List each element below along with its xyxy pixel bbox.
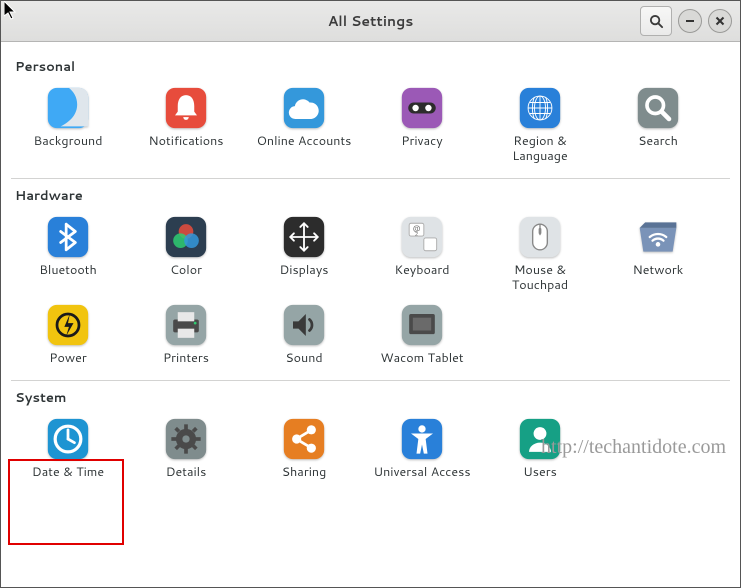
separator	[11, 380, 730, 381]
section-system: Date & Time Details Sharing Universal Ac…	[1, 411, 740, 488]
item-color[interactable]: Color	[127, 209, 245, 297]
item-label: Notifications	[149, 134, 224, 149]
date-time-icon	[46, 417, 90, 461]
sharing-icon	[282, 417, 326, 461]
item-label: Displays	[279, 263, 328, 278]
item-privacy[interactable]: Privacy	[363, 80, 481, 168]
item-label: Privacy	[401, 134, 442, 149]
sound-icon	[282, 303, 326, 347]
item-mouse-touchpad[interactable]: Mouse & Touchpad	[481, 209, 599, 297]
item-displays[interactable]: Displays	[245, 209, 363, 297]
item-label: Keyboard	[394, 263, 449, 278]
item-label: Power	[49, 351, 86, 366]
item-printers[interactable]: Printers	[127, 297, 245, 370]
details-icon	[164, 417, 208, 461]
item-label: Network	[633, 263, 684, 278]
item-label: Sharing	[282, 465, 327, 480]
section-hardware: Bluetooth Color Displays @2 Keyboard	[1, 209, 740, 374]
item-online-accounts[interactable]: Online Accounts	[245, 80, 363, 168]
content-area: Personal Background Notifications Online…	[1, 42, 740, 588]
item-notifications[interactable]: Notifications	[127, 80, 245, 168]
item-label: Mouse & Touchpad	[485, 263, 595, 293]
network-icon	[636, 215, 680, 259]
close-icon	[715, 16, 725, 26]
window-title: All Settings	[1, 11, 740, 31]
keyboard-icon: @2	[400, 215, 444, 259]
power-icon	[46, 303, 90, 347]
minimize-icon	[685, 16, 695, 26]
item-label: Details	[166, 465, 207, 480]
section-personal-title: Personal	[1, 52, 740, 80]
item-details[interactable]: Details	[127, 411, 245, 484]
settings-window: All Settings Personal Background	[0, 0, 741, 588]
item-label: Universal Access	[373, 465, 470, 480]
item-label: Printers	[163, 351, 209, 366]
mouse-touchpad-icon	[518, 215, 562, 259]
users-icon	[518, 417, 562, 461]
color-icon	[164, 215, 208, 259]
item-bluetooth[interactable]: Bluetooth	[9, 209, 127, 297]
notifications-icon	[164, 86, 208, 130]
item-wacom-tablet[interactable]: Wacom Tablet	[363, 297, 481, 370]
item-date-time[interactable]: Date & Time	[9, 411, 127, 484]
item-sharing[interactable]: Sharing	[245, 411, 363, 484]
item-label: Bluetooth	[39, 263, 97, 278]
item-label: Color	[170, 263, 202, 278]
displays-icon	[282, 215, 326, 259]
background-icon	[46, 86, 90, 130]
item-keyboard[interactable]: @2 Keyboard	[363, 209, 481, 297]
item-region-language[interactable]: Region & Language	[481, 80, 599, 168]
item-network[interactable]: Network	[599, 209, 717, 297]
item-universal-access[interactable]: Universal Access	[363, 411, 481, 484]
item-sound[interactable]: Sound	[245, 297, 363, 370]
search-button[interactable]	[640, 6, 672, 36]
item-label: Users	[523, 465, 557, 480]
printers-icon	[164, 303, 208, 347]
wacom-tablet-icon	[400, 303, 444, 347]
close-button[interactable]	[708, 9, 732, 33]
section-personal: Background Notifications Online Accounts…	[1, 80, 740, 172]
item-label: Wacom Tablet	[380, 351, 463, 366]
titlebar-right	[640, 6, 732, 36]
item-label: Online Accounts	[257, 134, 352, 149]
item-label: Search	[638, 134, 678, 149]
separator	[11, 178, 730, 179]
minimize-button[interactable]	[678, 9, 702, 33]
item-users[interactable]: Users	[481, 411, 599, 484]
search-settings-icon	[636, 86, 680, 130]
section-hardware-title: Hardware	[1, 181, 740, 209]
svg-text:2: 2	[415, 230, 419, 238]
item-label: Background	[34, 134, 103, 149]
privacy-icon	[400, 86, 444, 130]
item-label: Date & Time	[32, 465, 104, 480]
bluetooth-icon	[46, 215, 90, 259]
item-background[interactable]: Background	[9, 80, 127, 168]
item-search[interactable]: Search	[599, 80, 717, 168]
search-icon	[649, 14, 664, 29]
item-label: Sound	[285, 351, 322, 366]
item-label: Region & Language	[485, 134, 595, 164]
online-accounts-icon	[282, 86, 326, 130]
universal-access-icon	[400, 417, 444, 461]
region-language-icon	[518, 86, 562, 130]
section-system-title: System	[1, 383, 740, 411]
item-power[interactable]: Power	[9, 297, 127, 370]
titlebar: All Settings	[1, 1, 740, 42]
